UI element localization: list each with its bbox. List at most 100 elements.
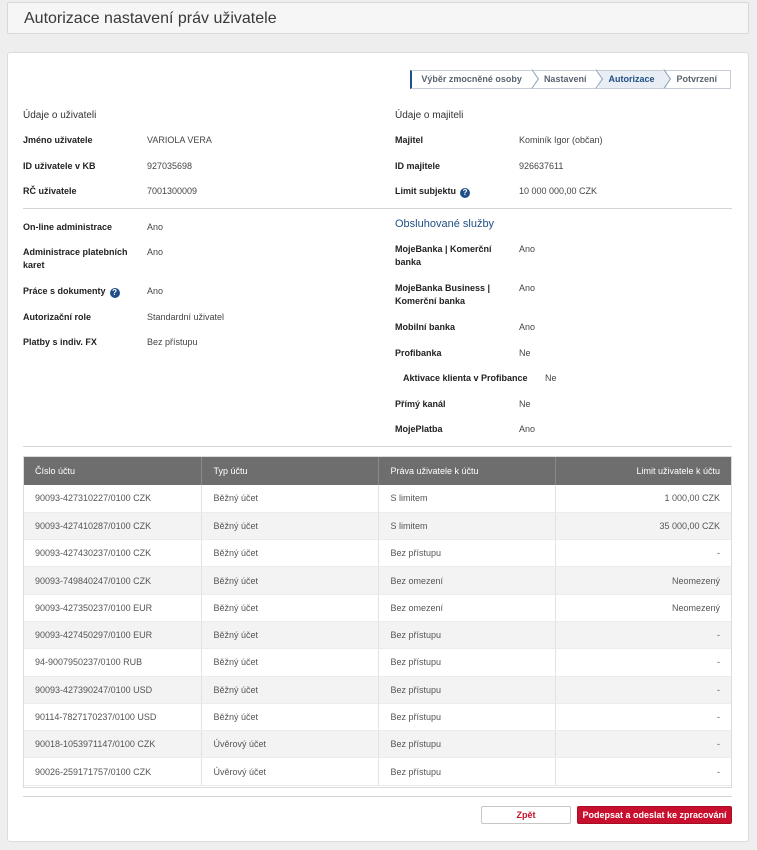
user-id-value: 927035698 xyxy=(147,161,193,171)
table-row: 90093-427350237/0100 EUR Běžný účet Bez om… xyxy=(23,594,732,622)
table-header-row: Číslo účtu Typ účtu Práva uživatele k úč… xyxy=(23,456,732,485)
divider xyxy=(23,796,732,797)
user-limit-cell: - xyxy=(555,757,732,786)
svc-activation-value: Ne xyxy=(545,373,557,383)
owner-id-label: ID majitele xyxy=(395,161,441,171)
user-rights-cell: Bez omezení xyxy=(378,594,556,622)
card-admin-value: Ano xyxy=(147,247,164,257)
account-number-cell: 94-9007950237/0100 RUB xyxy=(23,648,202,677)
divider xyxy=(23,446,732,447)
docs-label-wrap: Práce s dokumenty? xyxy=(23,285,120,298)
account-number-cell: 90018-1053971147/0100 CZK xyxy=(23,730,202,759)
page-title: Autorizace nastavení práv uživatele xyxy=(24,10,277,27)
col-user-limit: Limit uživatele k účtu xyxy=(555,456,732,485)
col-account-number: Číslo účtu xyxy=(23,456,202,485)
owner-label: Majitel xyxy=(395,135,424,145)
account-number-cell: 90093-427430237/0100 CZK xyxy=(23,539,202,568)
user-limit-cell: Neomezený xyxy=(555,594,732,622)
table-row: 90093-427310227/0100 CZK Běžný účet S limi… xyxy=(23,485,732,513)
user-limit-cell: - xyxy=(555,703,732,732)
step-select-person: Výběr zmocněné osoby xyxy=(412,71,535,88)
svc-direct-value: Ne xyxy=(519,399,531,409)
svc-mojebanka-value: Ano xyxy=(519,244,536,254)
table-row: 90093-427430237/0100 CZK Běžný účet Bez př… xyxy=(23,539,732,568)
user-section-title: Údaje o uživateli xyxy=(23,110,97,121)
account-number-cell: 90093-749840247/0100 CZK xyxy=(23,566,202,595)
user-rights-cell: S limitem xyxy=(378,485,556,513)
account-type-cell: Běžný účet xyxy=(201,621,379,650)
svc-platba-label: MojePlatba xyxy=(395,424,443,434)
account-type-cell: Běžný účet xyxy=(201,485,379,513)
table-body: 90093-427310227/0100 CZK Běžný účet S limi… xyxy=(23,485,732,786)
user-rights-cell: Bez přístupu xyxy=(378,539,556,568)
user-rights-cell: Bez přístupu xyxy=(378,648,556,677)
divider xyxy=(23,208,732,209)
back-button[interactable]: Zpět xyxy=(481,806,571,824)
table-row: 90114-7827170237/0100 USD Běžný účet Bez p… xyxy=(23,703,732,732)
user-limit-cell: - xyxy=(555,539,732,568)
docs-value: Ano xyxy=(147,286,164,296)
step-confirmation: Potvrzení xyxy=(676,74,717,84)
accounts-table: Číslo účtu Typ účtu Práva uživatele k úč… xyxy=(23,456,732,786)
auth-role-label: Autorizační role xyxy=(23,312,92,322)
user-limit-cell: 1 000,00 CZK xyxy=(555,485,732,513)
fx-value: Bez přístupu xyxy=(147,337,198,347)
table-row: 90093-749840247/0100 CZK Běžný účet Bez om… xyxy=(23,566,732,595)
account-type-cell: Úvěrový účet xyxy=(201,757,379,786)
user-rc-label: RČ uživatele xyxy=(23,186,77,196)
account-type-cell: Běžný účet xyxy=(201,648,379,677)
owner-limit-label: Limit subjektu xyxy=(395,186,457,196)
svc-profibanka-value: Ne xyxy=(519,348,531,358)
account-type-cell: Úvěrový účet xyxy=(201,730,379,759)
user-rights-cell: Bez přístupu xyxy=(378,757,556,786)
account-number-cell: 90093-427450297/0100 EUR xyxy=(23,621,202,650)
svc-mobile-value: Ano xyxy=(519,322,536,332)
account-type-cell: Běžný účet xyxy=(201,539,379,568)
services-title: Obsluhované služby xyxy=(395,218,495,230)
col-user-rights: Práva uživatele k účtu xyxy=(378,456,556,485)
online-admin-value: Ano xyxy=(147,222,164,232)
user-rc-value: 7001300009 xyxy=(147,186,198,196)
user-limit-cell: - xyxy=(555,621,732,650)
svc-profibanka-label: Profibanka xyxy=(395,348,442,358)
user-rights-cell: S limitem xyxy=(378,512,556,541)
owner-section-title: Údaje o majiteli xyxy=(395,110,464,121)
user-limit-cell: - xyxy=(555,648,732,677)
table-row: 90093-427390247/0100 USD Běžný účet Bez př… xyxy=(23,676,732,704)
card-admin-label: Administrace platebních karet xyxy=(23,247,128,270)
table-row: 94-9007950237/0100 RUB Běžný účet Bez přís… xyxy=(23,648,732,677)
step-settings: Nastavení xyxy=(535,71,600,88)
svc-business-label: MojeBanka Business | Komerční banka xyxy=(395,283,491,306)
svc-activation-label: Aktivace klienta v Profibance xyxy=(403,373,528,383)
table-row: 90093-427410287/0100 CZK Běžný účet S limi… xyxy=(23,512,732,541)
account-type-cell: Běžný účet xyxy=(201,676,379,704)
help-icon[interactable]: ? xyxy=(460,188,471,198)
user-limit-cell: - xyxy=(555,676,732,704)
account-type-cell: Běžný účet xyxy=(201,594,379,622)
table-row: 90093-427450297/0100 EUR Běžný účet Bez př… xyxy=(23,621,732,650)
table-row: 90018-1053971147/0100 CZK Úvěrový účet Bez… xyxy=(23,730,732,759)
user-id-label: ID uživatele v KB xyxy=(23,161,96,171)
help-icon[interactable]: ? xyxy=(109,288,120,298)
owner-id-value: 926637611 xyxy=(519,161,564,171)
user-rights-cell: Bez přístupu xyxy=(378,621,556,650)
sign-and-submit-button[interactable]: Podepsat a odeslat ke zpracování xyxy=(577,806,732,824)
svc-mobile-label: Mobilní banka xyxy=(395,322,456,332)
account-number-cell: 90026-259171757/0100 CZK xyxy=(23,757,202,786)
user-rights-cell: Bez přístupu xyxy=(378,730,556,759)
account-type-cell: Běžný účet xyxy=(201,703,379,732)
svc-direct-label: Přímý kanál xyxy=(395,399,446,409)
user-name-label: Jméno uživatele xyxy=(23,135,93,145)
owner-limit-value: 10 000 000,00 CZK xyxy=(519,186,598,196)
user-rights-cell: Bez přístupu xyxy=(378,676,556,704)
svc-platba-value: Ano xyxy=(519,424,536,434)
account-number-cell: 90093-427310227/0100 CZK xyxy=(23,485,202,513)
online-admin-label: On-line administrace xyxy=(23,222,113,232)
owner-limit-label-wrap: Limit subjektu? xyxy=(395,185,471,198)
main-card: Výběr zmocněné osoby Nastavení Autorizac… xyxy=(7,52,749,842)
step-authorization: Autorizace xyxy=(599,71,668,88)
user-limit-cell: 35 000,00 CZK xyxy=(555,512,732,541)
account-type-cell: Běžný účet xyxy=(201,512,379,541)
account-number-cell: 90093-427390247/0100 USD xyxy=(23,676,202,704)
svc-business-value: Ano xyxy=(519,283,536,293)
